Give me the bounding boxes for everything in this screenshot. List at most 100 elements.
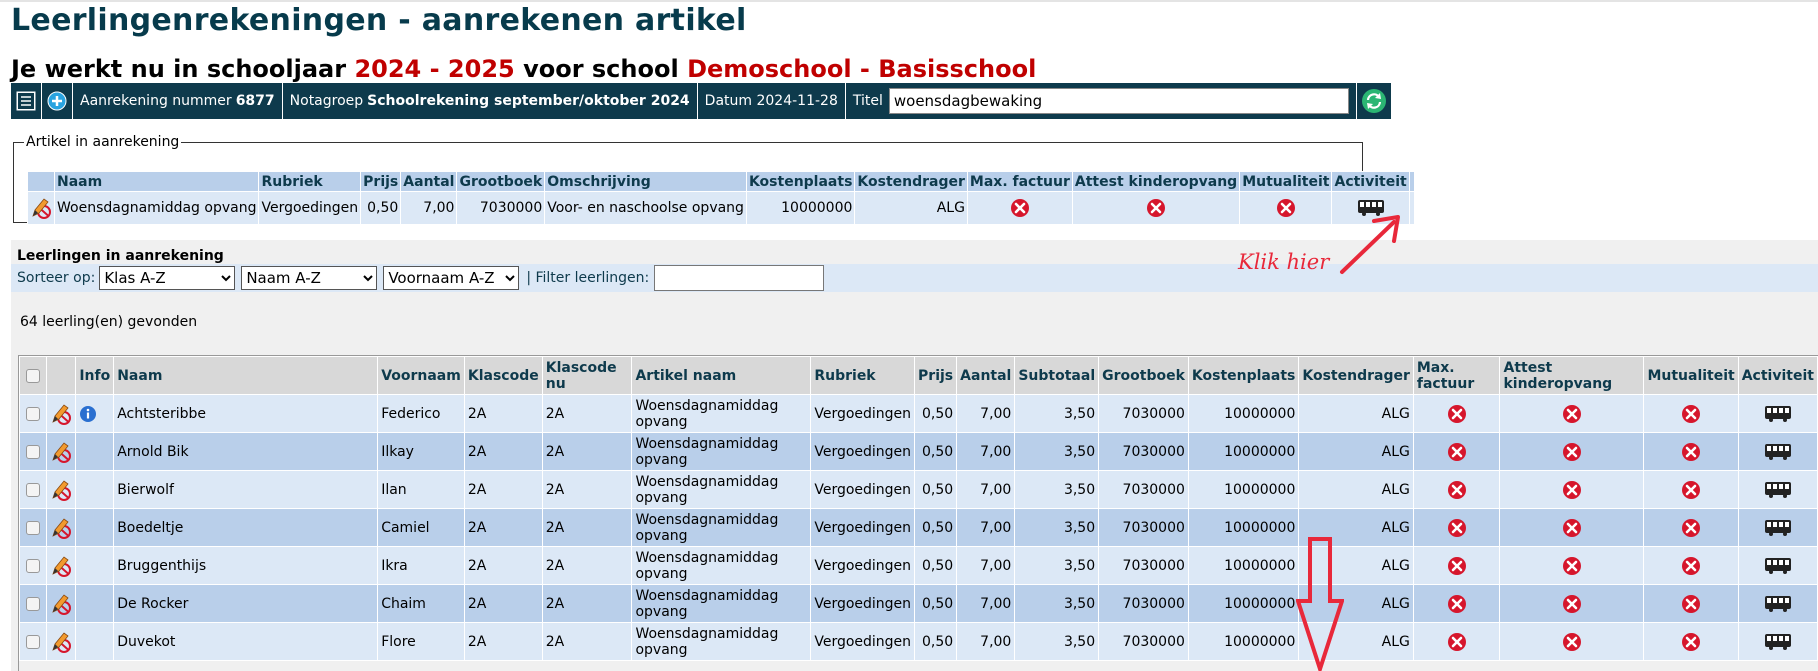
- row-attest-toggle[interactable]: [1499, 508, 1645, 547]
- row-info: [75, 546, 115, 585]
- row-checkbox[interactable]: [19, 546, 48, 585]
- artikel-legend: Artikel in aanrekening: [26, 134, 180, 150]
- table-row[interactable]: Bierwolf Ilan 2A 2A Woensdagnamiddag opvang V…: [19, 470, 1818, 509]
- row-mutualiteit-toggle[interactable]: [1643, 432, 1739, 471]
- table-row[interactable]: De Rocker Chaim 2A 2A Woensdagnamiddag opvan…: [19, 584, 1818, 623]
- row-activiteit-toggle[interactable]: [1737, 584, 1818, 623]
- row-attest-toggle[interactable]: [1499, 622, 1645, 661]
- row-activiteit-toggle[interactable]: [1737, 470, 1818, 509]
- table-row[interactable]: Arnold Bik Ilkay 2A 2A Woensdagnamiddag opva…: [19, 432, 1818, 471]
- header-subtotaal[interactable]: Subtotaal: [1014, 356, 1100, 395]
- header-klascode[interactable]: Klascode: [463, 356, 543, 395]
- artikel-edit-button[interactable]: [27, 191, 55, 225]
- row-max-factuur-toggle[interactable]: [1412, 622, 1501, 661]
- row-attest-toggle[interactable]: [1499, 394, 1645, 433]
- artikel-attest-toggle[interactable]: [1071, 191, 1241, 225]
- row-activiteit-toggle[interactable]: [1737, 546, 1818, 585]
- row-edit-button[interactable]: [46, 470, 77, 509]
- header-rubriek[interactable]: Rubriek: [810, 356, 916, 395]
- row-max-factuur-toggle[interactable]: [1412, 394, 1501, 433]
- row-activiteit-toggle[interactable]: [1737, 394, 1818, 433]
- row-attest-toggle[interactable]: [1499, 584, 1645, 623]
- header-naam[interactable]: Naam: [113, 356, 379, 395]
- row-attest-toggle[interactable]: [1499, 470, 1645, 509]
- row-mutualiteit-toggle[interactable]: [1643, 584, 1739, 623]
- artikel-header-activiteit: Activiteit: [1331, 171, 1410, 192]
- table-row[interactable]: Bruggenthijs Ikra 2A 2A Woensdagnamiddag opv…: [19, 546, 1818, 585]
- refresh-button[interactable]: [1357, 83, 1391, 119]
- row-edit-button[interactable]: [46, 584, 77, 623]
- cell-voornaam: Camiel: [377, 508, 465, 547]
- row-attest-toggle[interactable]: [1499, 432, 1645, 471]
- header-mutualiteit[interactable]: Mutualiteit: [1643, 356, 1739, 395]
- cell-grootboek: 7030000: [1098, 470, 1189, 509]
- row-checkbox[interactable]: [19, 432, 48, 471]
- header-voornaam[interactable]: Voornaam: [377, 356, 465, 395]
- row-mutualiteit-toggle[interactable]: [1643, 546, 1739, 585]
- row-mutualiteit-toggle[interactable]: [1643, 394, 1739, 433]
- table-row[interactable]: Achtsteribbe Federico 2A 2A Woensdagnamiddag…: [19, 394, 1818, 433]
- table-row[interactable]: Duvekot Flore 2A 2A Woensdagnamiddag opvang V…: [19, 622, 1818, 661]
- row-edit-button[interactable]: [46, 546, 77, 585]
- artikel-aantal: 7,00: [400, 191, 458, 225]
- row-edit-button[interactable]: [46, 394, 77, 433]
- header-artikel-naam[interactable]: Artikel naam: [631, 356, 812, 395]
- artikel-rubriek: Vergoedingen: [258, 191, 362, 225]
- sort-naam-select[interactable]: Naam A-Z: [241, 266, 378, 290]
- header-grootboek[interactable]: Grootboek: [1098, 356, 1189, 395]
- row-mutualiteit-toggle[interactable]: [1643, 508, 1739, 547]
- cell-rubriek: Vergoedingen: [810, 622, 916, 661]
- row-max-factuur-toggle[interactable]: [1412, 432, 1501, 471]
- table-row[interactable]: Boedeltje Camiel 2A 2A Woensdagnamiddag opva…: [19, 508, 1818, 547]
- select-all-checkbox[interactable]: [19, 356, 48, 395]
- row-checkbox[interactable]: [19, 584, 48, 623]
- refresh-icon: [1361, 89, 1386, 113]
- filter-leerlingen-input[interactable]: [654, 265, 825, 291]
- row-checkbox[interactable]: [19, 622, 48, 661]
- row-checkbox[interactable]: [19, 470, 48, 509]
- list-view-button[interactable]: [11, 83, 42, 119]
- header-attest[interactable]: Attest kinderopvang: [1499, 356, 1645, 395]
- row-attest-toggle[interactable]: [1499, 546, 1645, 585]
- row-checkbox[interactable]: [19, 508, 48, 547]
- cell-rubriek: Vergoedingen: [810, 394, 916, 433]
- sort-label: Sorteer op:: [17, 270, 96, 286]
- titel-input[interactable]: [888, 88, 1349, 114]
- cell-grootboek: 7030000: [1098, 622, 1189, 661]
- header-kostenplaats[interactable]: Kostenplaats: [1187, 356, 1300, 395]
- row-activiteit-toggle[interactable]: [1737, 622, 1818, 661]
- sort-voornaam-select[interactable]: Voornaam A-Z: [383, 266, 520, 290]
- header-klascode-nu[interactable]: Klascode nu: [541, 356, 633, 395]
- row-activiteit-toggle[interactable]: [1737, 508, 1818, 547]
- row-edit-button[interactable]: [46, 622, 77, 661]
- row-checkbox[interactable]: [19, 394, 48, 433]
- header-max-factuur[interactable]: Max. factuur: [1412, 356, 1501, 395]
- aanrekening-nummer: Aanrekening nummer 6877: [73, 83, 283, 119]
- row-activiteit-toggle[interactable]: [1737, 432, 1818, 471]
- header-aantal[interactable]: Aantal: [956, 356, 1016, 395]
- row-mutualiteit-toggle[interactable]: [1643, 622, 1739, 661]
- row-info[interactable]: [75, 394, 115, 433]
- add-button[interactable]: [42, 83, 73, 119]
- sort-klas-select[interactable]: Klas A-Z: [99, 266, 236, 290]
- row-max-factuur-toggle[interactable]: [1412, 470, 1501, 509]
- schooljaar-value: 2024 - 2025: [354, 55, 515, 83]
- row-max-factuur-toggle[interactable]: [1412, 508, 1501, 547]
- cell-subtotaal: 3,50: [1014, 508, 1100, 547]
- row-mutualiteit-toggle[interactable]: [1643, 470, 1739, 509]
- notagroep: Notagroep Schoolrekening september/oktobe…: [283, 83, 698, 119]
- row-edit-button[interactable]: [46, 432, 77, 471]
- artikel-max-factuur-toggle[interactable]: [966, 191, 1073, 225]
- header-prijs[interactable]: Prijs: [914, 356, 958, 395]
- row-edit-button[interactable]: [46, 508, 77, 547]
- sort-filter-bar: Sorteer op: Klas A-Z Naam A-Z Voornaam A…: [11, 264, 1818, 292]
- pencil-edit-icon: [52, 631, 72, 653]
- artikel-mutualiteit-toggle[interactable]: [1239, 191, 1333, 225]
- cell-klascode-nu: 2A: [541, 584, 633, 623]
- pencil-edit-icon: [52, 441, 72, 463]
- row-max-factuur-toggle[interactable]: [1412, 546, 1501, 585]
- cell-voornaam: Ikra: [377, 546, 465, 585]
- row-max-factuur-toggle[interactable]: [1412, 584, 1501, 623]
- header-activiteit[interactable]: Activiteit: [1737, 356, 1818, 395]
- header-kostendrager[interactable]: Kostendrager: [1298, 356, 1414, 395]
